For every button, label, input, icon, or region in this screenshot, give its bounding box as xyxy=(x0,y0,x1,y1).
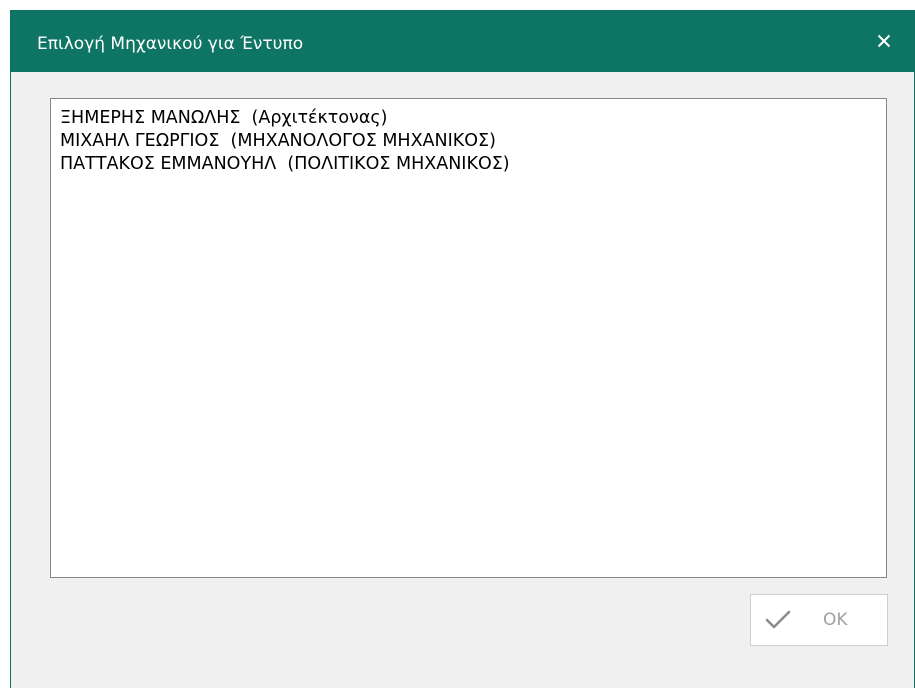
list-item[interactable]: ΞΗΜΕΡΗΣ ΜΑΝΩΛΗΣ (Αρχιτέκτονας) xyxy=(51,107,886,130)
close-icon xyxy=(877,34,891,48)
checkmark-icon xyxy=(765,609,791,636)
ok-button[interactable]: OK xyxy=(750,594,888,646)
title-bar[interactable]: Επιλογή Μηχανικού για Έντυπο xyxy=(11,10,914,72)
ok-button-label: OK xyxy=(823,610,848,630)
engineer-selection-dialog: Επιλογή Μηχανικού για Έντυπο ΞΗΜΕΡΗΣ ΜΑΝ… xyxy=(10,10,915,688)
close-button[interactable] xyxy=(854,10,914,72)
list-item[interactable]: ΜΙΧΑΗΛ ΓΕΩΡΓΙΟΣ (ΜΗΧΑΝΟΛΟΓΟΣ ΜΗΧΑΝΙΚΟΣ) xyxy=(51,130,886,153)
list-item[interactable]: ΠΑΤΤΑΚΟΣ ΕΜΜΑΝΟΥΗΛ (ΠΟΛΙΤΙΚΟΣ ΜΗΧΑΝΙΚΟΣ) xyxy=(51,153,886,176)
engineers-listbox[interactable]: ΞΗΜΕΡΗΣ ΜΑΝΩΛΗΣ (Αρχιτέκτονας) ΜΙΧΑΗΛ ΓΕ… xyxy=(50,98,887,578)
dialog-title: Επιλογή Μηχανικού για Έντυπο xyxy=(37,34,304,54)
